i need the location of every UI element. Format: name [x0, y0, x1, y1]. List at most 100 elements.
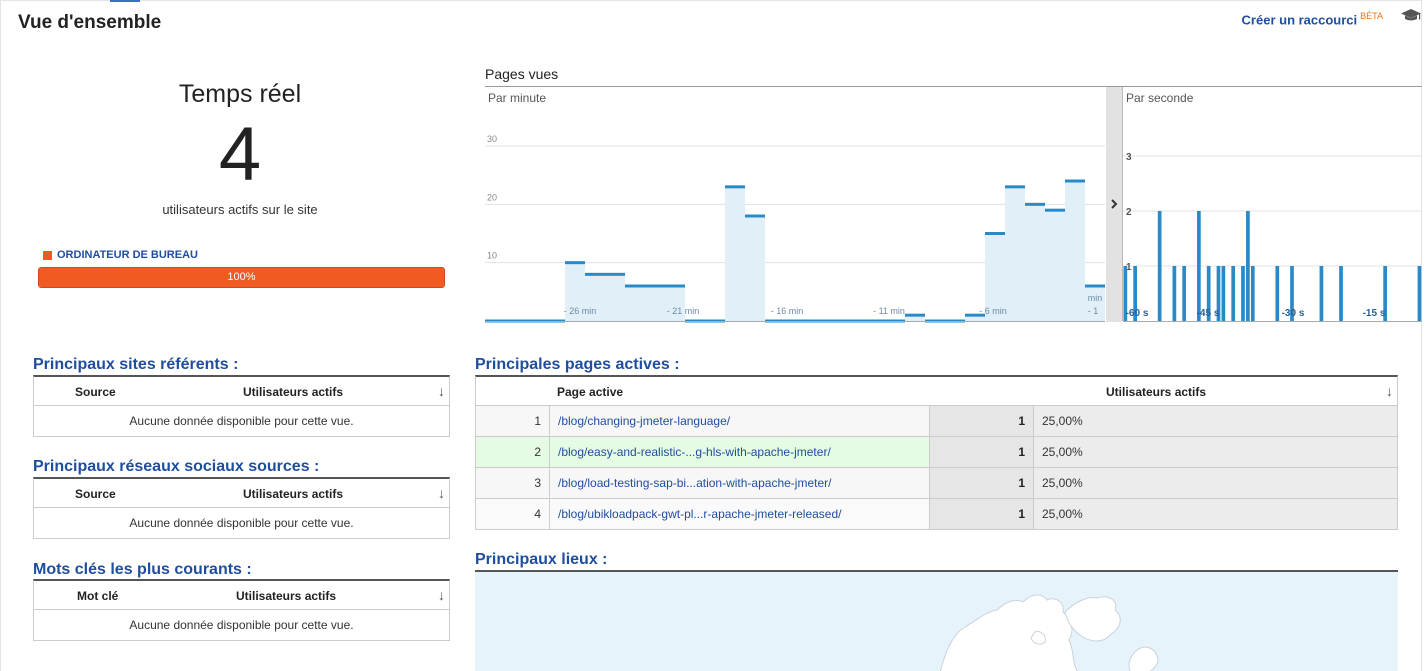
second-bar — [1250, 266, 1255, 321]
map-landmass-shape — [940, 594, 1159, 671]
keywords-table: Mot clé Utilisateurs actifs ↓ Aucune don… — [33, 579, 450, 641]
active-users-subtitle: utilisateurs actifs sur le site — [162, 202, 318, 217]
active-pages-rows: 1/blog/changing-jmeter-language/1 25,00% 2… — [476, 406, 1397, 530]
row-active-users: 1 — [930, 499, 1034, 529]
y-tick-label: 20 — [487, 192, 497, 202]
sort-arrow-icon[interactable]: ↓ — [438, 383, 445, 399]
minute-bar — [1065, 179, 1085, 183]
row-active-users: 1 — [930, 468, 1034, 498]
minute-bar — [905, 313, 925, 317]
active-page-link[interactable]: /blog/changing-jmeter-language/ — [550, 406, 930, 436]
social-title: Principaux réseaux sociaux sources : — [33, 458, 320, 475]
second-bar — [1246, 211, 1250, 321]
social-col-source[interactable]: Source — [75, 487, 116, 501]
per-minute-label: Par minute — [488, 91, 546, 105]
minute-bar — [565, 261, 585, 265]
referrers-col-source[interactable]: Source — [75, 385, 116, 399]
active-page-link[interactable]: /blog/easy-and-realistic-...g-hls-with-a… — [550, 437, 930, 467]
per-second-label: Par seconde — [1126, 91, 1194, 105]
minute-bar-fill — [745, 216, 765, 321]
x-tick-label: -30 s — [1282, 308, 1305, 319]
minute-bar — [665, 284, 685, 288]
locations-map[interactable] — [475, 570, 1398, 671]
y-tick-label: 3 — [1126, 152, 1132, 163]
device-label: ORDINATEUR DE BUREAU — [57, 249, 198, 261]
second-bar — [1172, 266, 1177, 321]
keywords-title: Mots clés les plus courants : — [33, 561, 252, 578]
referrers-table: Source Utilisateurs actifs ↓ Aucune donn… — [33, 375, 450, 437]
minute-bar-fill — [1045, 210, 1065, 321]
col-active-users[interactable]: Utilisateurs actifs — [1106, 385, 1206, 399]
active-users-count: 4 — [218, 112, 262, 197]
row-percent: 25,00% — [1042, 507, 1083, 521]
minute-bar — [1005, 185, 1025, 189]
minute-bar — [605, 272, 625, 276]
sort-arrow-icon[interactable]: ↓ — [438, 587, 445, 603]
second-bar — [1157, 211, 1162, 321]
minute-bar-fill — [605, 274, 625, 321]
active-page-link[interactable]: /blog/ubikloadpack-gwt-pl...r-apache-jme… — [550, 499, 930, 529]
social-col-users[interactable]: Utilisateurs actifs — [243, 487, 343, 501]
device-share-bar: 100% — [38, 267, 445, 288]
locations-title: Principaux lieux : — [475, 551, 608, 568]
minute-bar-fill — [1025, 204, 1045, 321]
referrers-col-users[interactable]: Utilisateurs actifs — [243, 385, 343, 399]
x-tick-label: -15 s — [1363, 308, 1386, 319]
table-row[interactable]: 2/blog/easy-and-realistic-...g-hls-with-… — [476, 437, 1397, 468]
beta-badge: BÉTA — [1360, 11, 1383, 21]
keywords-empty: Aucune donnée disponible pour cette vue. — [129, 618, 354, 632]
x-tick-label: - 6 min — [979, 306, 1007, 316]
second-bar — [1319, 266, 1324, 321]
sort-arrow-icon[interactable]: ↓ — [1386, 383, 1393, 399]
active-pages-table: Page active Utilisateurs actifs ↓ 1/blog… — [475, 375, 1398, 530]
row-index: 1 — [476, 406, 550, 436]
row-percent: 25,00% — [1042, 414, 1083, 428]
keywords-col-users[interactable]: Utilisateurs actifs — [236, 589, 336, 603]
second-bar — [1231, 266, 1236, 321]
social-table: Source Utilisateurs actifs ↓ Aucune donn… — [33, 477, 450, 539]
pageviews-chart: Par minute Par seconde 10 20 30 - 26 min - 21 … — [485, 86, 1422, 324]
sort-arrow-icon[interactable]: ↓ — [438, 485, 445, 501]
device-legend[interactable]: ORDINATEUR DE BUREAU — [43, 249, 198, 261]
referrers-title: Principaux sites référents : — [33, 356, 239, 373]
x-tick-label: - 21 min — [667, 306, 700, 316]
keywords-col-keyword[interactable]: Mot clé — [77, 589, 118, 603]
keywords-header: Mot clé Utilisateurs actifs ↓ — [34, 581, 449, 610]
table-row[interactable]: 4/blog/ubikloadpack-gwt-pl...r-apache-jm… — [476, 499, 1397, 530]
y-tick-label: 10 — [487, 251, 497, 261]
minute-bar — [1025, 202, 1045, 206]
pageviews-chart-svg: Par minute Par seconde 10 20 30 - 26 min - 21 … — [485, 86, 1422, 323]
graduation-cap-icon[interactable] — [1401, 8, 1421, 24]
col-active-page[interactable]: Page active — [557, 385, 623, 399]
device-share-percent: 100% — [227, 271, 256, 283]
social-empty: Aucune donnée disponible pour cette vue. — [129, 516, 354, 530]
referrers-empty: Aucune donnée disponible pour cette vue. — [129, 414, 354, 428]
minute-bar — [985, 232, 1005, 235]
table-row[interactable]: 1/blog/changing-jmeter-language/1 25,00% — [476, 406, 1397, 437]
active-page-link[interactable]: /blog/load-testing-sap-bi...ation-with-a… — [550, 468, 930, 498]
minute-bar-fill — [625, 286, 645, 321]
minute-bar — [1045, 208, 1065, 212]
y-tick-label: 30 — [487, 134, 497, 144]
active-pages-header: Page active Utilisateurs actifs ↓ — [476, 377, 1397, 406]
table-row[interactable]: 3/blog/load-testing-sap-bi...ation-with-… — [476, 468, 1397, 499]
minute-bar-fill — [1005, 186, 1025, 321]
minute-bar — [585, 272, 605, 276]
second-bar — [1339, 266, 1343, 321]
top-tab-indicator — [110, 0, 140, 2]
second-bar — [1182, 266, 1187, 321]
minute-bar-fill — [725, 186, 745, 321]
create-shortcut-link[interactable]: Créer un raccourci BÉTA — [1242, 11, 1383, 27]
row-active-users: 1 — [930, 406, 1034, 436]
page-title: Vue d'ensemble — [18, 12, 162, 33]
active-pages-title: Principales pages actives : — [475, 356, 680, 373]
device-color-swatch — [43, 250, 52, 260]
second-bar — [1417, 266, 1422, 321]
second-bar — [1241, 266, 1245, 321]
minute-bar — [725, 185, 745, 189]
minute-bar-fill — [645, 286, 665, 321]
x-tick-label: - 16 min — [771, 306, 804, 316]
x-tick-label: - 11 min — [873, 306, 905, 316]
second-bar — [1275, 266, 1280, 321]
x-tick-label: - 26 min — [564, 306, 597, 316]
